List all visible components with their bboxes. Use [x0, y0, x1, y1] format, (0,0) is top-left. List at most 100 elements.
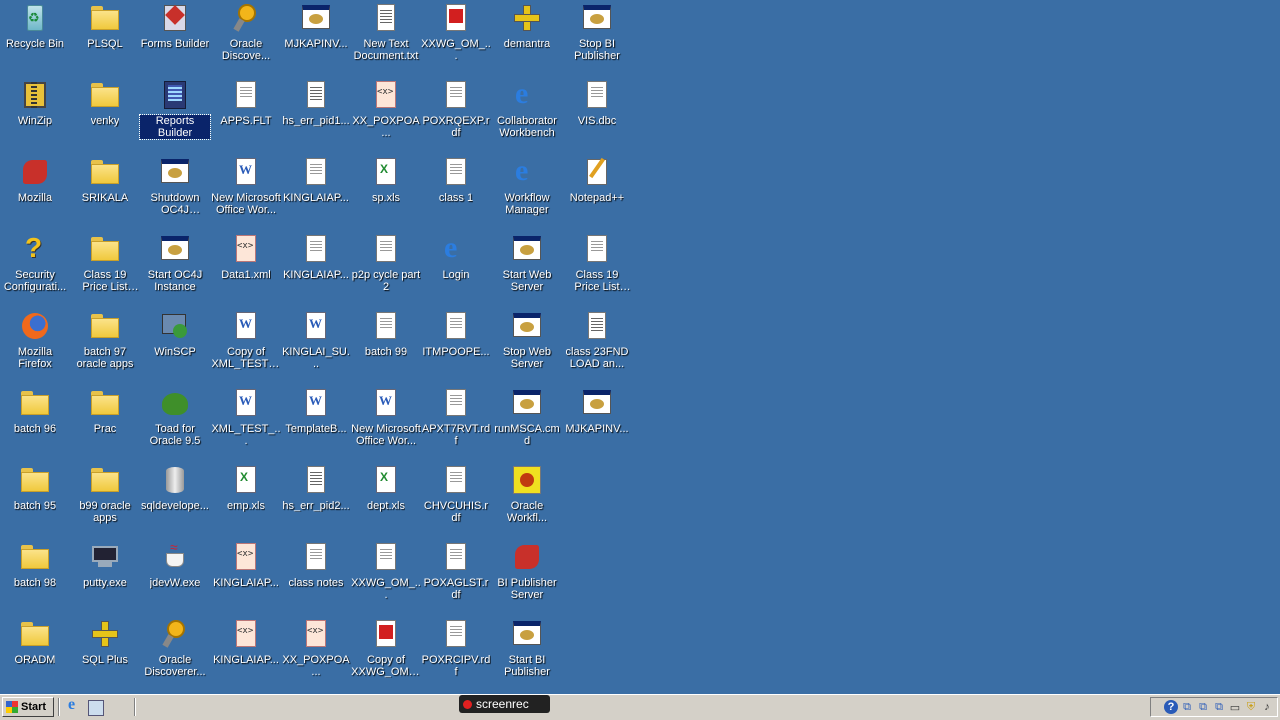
desktop-icon[interactable]: XXWG_OM_... — [351, 541, 421, 601]
network-icon[interactable]: ⧉ — [1212, 700, 1226, 714]
start-button[interactable]: Start — [2, 697, 54, 717]
desktop-icon[interactable]: KINGLAI_SU... — [281, 310, 351, 370]
desktop-icon[interactable]: batch 95 — [0, 464, 70, 512]
desktop-icon[interactable]: sp.xls — [351, 156, 421, 204]
desktop-icon[interactable]: batch 98 — [0, 541, 70, 589]
desktop-icon[interactable]: New Microsoft Office Wor... — [351, 387, 421, 447]
desktop-icon[interactable]: PLSQL — [70, 2, 140, 50]
desktop-icon[interactable]: APXT7RVT.rdf — [421, 387, 491, 447]
desktop-icon[interactable]: class 23FND LOAD an... — [562, 310, 632, 370]
desktop-icon-label: Security Configurati... — [3, 269, 67, 293]
desktop-icon[interactable]: KINGLAIAP... — [281, 233, 351, 281]
desktop-icon[interactable]: Mozilla — [0, 156, 70, 204]
desktop-icon[interactable]: demantra — [492, 2, 562, 50]
desktop-icon[interactable]: Security Configurati... — [0, 232, 70, 293]
desktop-icon[interactable]: Copy of XML_TEST_... — [211, 310, 281, 370]
desktop-icon[interactable]: MJKAPINV... — [562, 387, 632, 435]
desktop-icon-label: class 1 — [438, 192, 474, 204]
desktop-icon[interactable]: Workflow Manager — [492, 154, 562, 216]
desktop-icon[interactable]: MJKAPINV... — [281, 2, 351, 50]
show-desktop-icon[interactable] — [88, 700, 104, 716]
desktop-icon[interactable]: Data1.xml — [211, 233, 281, 281]
desktop-icon[interactable]: b99 oracle apps — [70, 464, 140, 524]
desktop-icon[interactable]: Notepad++ — [562, 156, 632, 204]
desktop-icon[interactable]: Reports Builder — [139, 79, 211, 140]
desktop-icon-label: Toad for Oracle 9.5 — [149, 423, 201, 447]
internet-explorer-icon[interactable] — [66, 696, 82, 716]
desktop-icon[interactable]: POXRCIPV.rdf — [421, 618, 491, 678]
desktop-icon[interactable]: Oracle Discove... — [211, 2, 281, 62]
desktop-icon[interactable]: KINGLAIAP... — [281, 156, 351, 204]
desktop-icon[interactable]: Start OC4J Instance — [140, 233, 210, 293]
desktop-icon[interactable]: batch 99 — [351, 310, 421, 358]
desktop-icon[interactable]: Stop Web Server — [492, 310, 562, 370]
desktop-icon[interactable]: WinSCP — [140, 310, 210, 358]
desktop-icon[interactable]: WinZip — [0, 79, 70, 127]
desktop-icon[interactable]: ORADM — [0, 618, 70, 666]
desktop-icon[interactable]: hs_err_pid1... — [281, 79, 351, 127]
screenrec-badge[interactable]: screenrec — [459, 695, 550, 713]
desktop-icon[interactable]: POXRQEXP.rdf — [421, 79, 491, 139]
desktop-icon-label: emp.xls — [227, 500, 265, 512]
desktop-icon[interactable]: Stop BI Publisher — [562, 2, 632, 62]
desktop-icon[interactable]: Recycle Bin — [0, 2, 70, 50]
desktop-icon[interactable]: KINGLAIAP... — [211, 541, 281, 589]
desktop-icon[interactable]: TemplateB... — [281, 387, 351, 435]
desktop-icon[interactable]: Class 19 Price List conversi... — [562, 233, 632, 293]
desktop-icon[interactable]: XX_POXPOA... — [281, 618, 351, 678]
desktop-icon[interactable]: CHVCUHIS.rdf — [421, 464, 491, 524]
desktop-icon[interactable]: Copy of XXWG_OM_... — [351, 618, 421, 678]
desktop-icon[interactable]: KINGLAIAP... — [211, 618, 281, 666]
internet-explorer-icon — [440, 231, 472, 265]
desktop-icon[interactable]: Class 19 Price List conversi... — [70, 233, 140, 293]
desktop-icon[interactable]: APPS.FLT — [211, 79, 281, 127]
desktop-icon[interactable]: Login — [421, 231, 491, 281]
desktop-icon[interactable]: ITMPOOPE... — [421, 310, 491, 358]
desktop-icon[interactable]: jdevW.exe — [140, 539, 210, 589]
desktop-icon[interactable]: XX_POXPOA... — [351, 79, 421, 139]
desktop-icon[interactable]: Toad for Oracle 9.5 — [140, 387, 210, 447]
desktop-icon[interactable]: sqldevelope... — [140, 464, 210, 512]
desktop-icon[interactable]: Start BI Publisher — [492, 618, 562, 678]
network-icon[interactable]: ⧉ — [1180, 700, 1194, 714]
desktop-icon-label: Start BI Publisher — [504, 654, 550, 678]
desktop-icon[interactable]: Shutdown OC4J Instance — [140, 156, 210, 216]
desktop-icon[interactable]: SQL Plus — [70, 618, 140, 666]
desktop-icon[interactable]: BI Publisher Server — [492, 541, 562, 601]
desktop-icon-label: APXT7RVT.rdf — [421, 423, 491, 447]
desktop-icon[interactable]: dept.xls — [351, 464, 421, 512]
security-icon[interactable]: ⛨ — [1244, 700, 1258, 714]
desktop-icon[interactable]: Oracle Workfl... — [492, 464, 562, 524]
volume-icon[interactable]: ♪ — [1260, 700, 1274, 714]
desktop-icon[interactable]: hs_err_pid2... — [281, 464, 351, 512]
desktop-icon[interactable]: putty.exe — [70, 541, 140, 589]
desktop-icon[interactable]: Mozilla Firefox — [0, 310, 70, 370]
desktop-icon[interactable]: class notes — [281, 541, 351, 589]
desktop-icon[interactable]: runMSCA.cmd — [492, 387, 562, 447]
desktop-icon[interactable]: VIS.dbc — [562, 79, 632, 127]
desktop-icon[interactable]: XXWG_OM_... — [421, 2, 491, 62]
xml-file-icon — [230, 618, 262, 650]
desktop-icon[interactable]: POXAGLST.rdf — [421, 541, 491, 601]
desktop-icon[interactable]: SRIKALA — [70, 156, 140, 204]
desktop-icon[interactable]: New Text Document.txt — [351, 2, 421, 62]
desktop-icon-label: Mozilla Firefox — [17, 346, 53, 370]
display-icon[interactable]: ▭ — [1228, 700, 1242, 714]
network-icon[interactable]: ⧉ — [1196, 700, 1210, 714]
desktop-icon[interactable]: Start Web Server — [492, 233, 562, 293]
desktop-icon[interactable]: p2p cycle part 2 — [351, 233, 421, 293]
help-icon[interactable]: ? — [1164, 700, 1178, 714]
desktop-icon[interactable]: New Microsoft Office Wor... — [211, 156, 281, 216]
desktop-icon[interactable]: XML_TEST_... — [211, 387, 281, 447]
app-shortcut-icon — [159, 233, 191, 265]
desktop-icon[interactable]: emp.xls — [211, 464, 281, 512]
desktop-icon[interactable]: batch 96 — [0, 387, 70, 435]
desktop-icon[interactable]: Collaborator Workbench — [492, 77, 562, 139]
desktop-icon[interactable]: batch 97 oracle apps — [70, 310, 140, 370]
desktop-icon[interactable]: venky — [70, 79, 140, 127]
desktop-icon[interactable]: Oracle Discoverer... — [140, 618, 210, 678]
forms-builder-icon — [159, 2, 191, 34]
desktop-icon[interactable]: Prac — [70, 387, 140, 435]
desktop-icon[interactable]: class 1 — [421, 156, 491, 204]
desktop-icon[interactable]: Forms Builder — [140, 2, 210, 50]
